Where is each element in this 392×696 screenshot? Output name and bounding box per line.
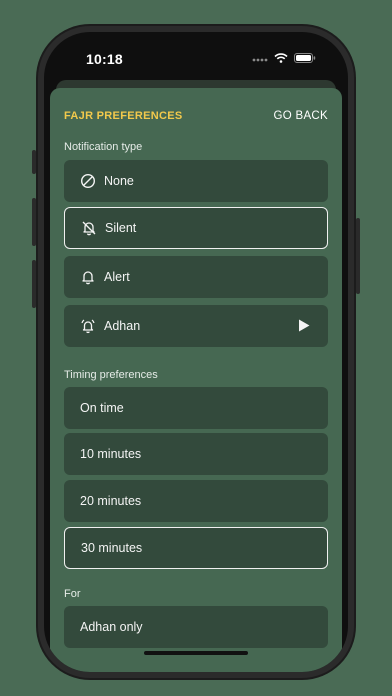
option-label: Adhan only	[80, 620, 143, 634]
wifi-icon	[274, 53, 288, 63]
option-label: None	[104, 174, 134, 188]
home-indicator[interactable]	[144, 651, 248, 655]
play-icon[interactable]	[298, 319, 310, 335]
phone-screen: 10:18 FAJR PREFERENCES GO BACK Notificat…	[44, 32, 348, 672]
for-label: For	[64, 588, 81, 600]
bell-icon	[80, 269, 96, 285]
status-bar: 10:18	[44, 32, 348, 82]
option-label: Alert	[104, 270, 130, 284]
battery-icon	[294, 53, 316, 63]
no-entry-icon	[80, 173, 96, 189]
timing-option-on-time[interactable]: On time	[64, 387, 328, 429]
timing-preferences-label: Timing preferences	[64, 369, 158, 381]
bell-off-icon	[81, 220, 97, 236]
option-label: 20 minutes	[80, 494, 142, 508]
status-icons	[252, 53, 316, 63]
cellular-signal-icon	[252, 58, 268, 62]
go-back-button[interactable]: GO BACK	[273, 110, 328, 122]
option-label: Silent	[105, 221, 137, 235]
notification-type-label: Notification type	[64, 141, 143, 153]
option-label: Adhan	[104, 319, 141, 333]
option-label: On time	[80, 401, 124, 415]
timing-option-10-minutes[interactable]: 10 minutes	[64, 433, 328, 475]
bell-ringing-icon	[80, 318, 96, 334]
sheet-header: FAJR PREFERENCES GO BACK	[64, 108, 328, 124]
notification-option-none[interactable]: None	[64, 160, 328, 202]
option-label: 30 minutes	[81, 541, 143, 555]
timing-option-30-minutes[interactable]: 30 minutes	[64, 527, 328, 569]
notification-option-adhan[interactable]: Adhan	[64, 305, 328, 347]
page-title: FAJR PREFERENCES	[64, 110, 183, 122]
notification-option-alert[interactable]: Alert	[64, 256, 328, 298]
preferences-sheet: FAJR PREFERENCES GO BACK Notification ty…	[50, 88, 342, 672]
for-option-adhan-only[interactable]: Adhan only	[64, 606, 328, 648]
timing-option-20-minutes[interactable]: 20 minutes	[64, 480, 328, 522]
option-label: 10 minutes	[80, 447, 142, 461]
notification-option-silent[interactable]: Silent	[64, 207, 328, 249]
status-time: 10:18	[86, 51, 123, 67]
side-button-power	[356, 218, 360, 294]
